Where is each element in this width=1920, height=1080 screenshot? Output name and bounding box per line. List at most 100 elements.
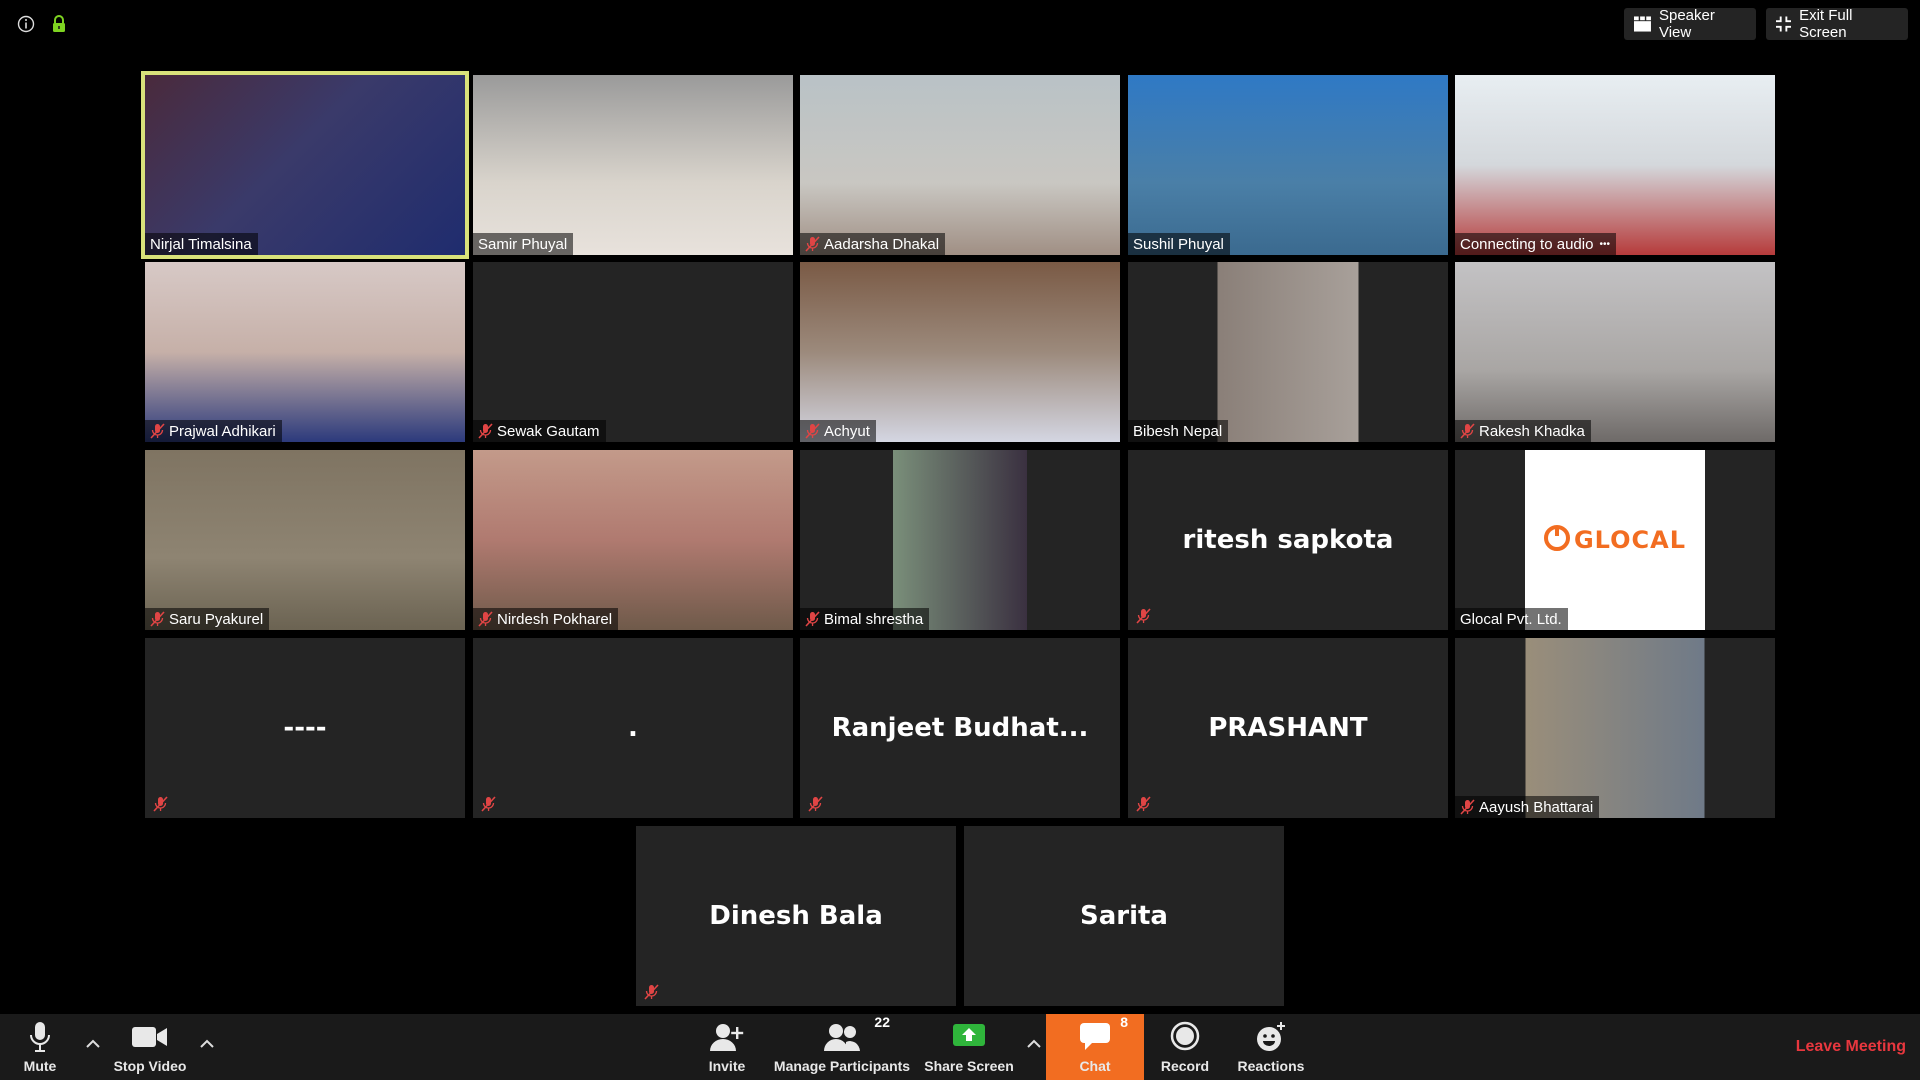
reactions-smile-icon bbox=[1256, 1020, 1286, 1054]
exit-full-screen-label: Exit Full Screen bbox=[1799, 7, 1853, 41]
record-button[interactable]: Record bbox=[1156, 1014, 1214, 1080]
muted-mic-icon bbox=[153, 796, 169, 814]
participant-tile[interactable]: Achyut bbox=[800, 262, 1120, 442]
participant-tile[interactable]: Aadarsha Dhakal bbox=[800, 75, 1120, 255]
participant-video bbox=[145, 450, 465, 630]
participant-name: Samir Phuyal bbox=[478, 235, 568, 253]
participant-video bbox=[1455, 75, 1775, 255]
participant-display-name: Sarita bbox=[1080, 901, 1168, 931]
info-icon[interactable] bbox=[16, 14, 36, 34]
glocal-logo-text: GLOCAL bbox=[1573, 526, 1687, 554]
exit-full-screen-button[interactable]: Exit Full Screen bbox=[1766, 7, 1908, 41]
participant-tile[interactable]: Ranjeet Budhat... bbox=[800, 638, 1120, 818]
stop-video-button[interactable]: Stop Video bbox=[108, 1014, 192, 1080]
participant-tile[interactable]: ritesh sapkota bbox=[1128, 450, 1448, 630]
participant-name: Sushil Phuyal bbox=[1133, 235, 1224, 253]
muted-mic-icon bbox=[1136, 796, 1152, 814]
participant-tile[interactable]: Nirdesh Pokharel bbox=[473, 450, 793, 630]
lock-icon[interactable] bbox=[49, 14, 69, 34]
exit-full-screen-icon bbox=[1776, 16, 1792, 32]
leave-meeting-button[interactable]: Leave Meeting bbox=[1796, 1038, 1906, 1056]
muted-mic-icon bbox=[478, 611, 493, 627]
participant-name-tag: Sewak Gautam bbox=[473, 420, 606, 442]
participant-tile[interactable]: Rakesh Khadka bbox=[1455, 262, 1775, 442]
muted-mic-icon bbox=[481, 796, 497, 814]
participants-count: 22 bbox=[874, 1014, 890, 1030]
microphone-icon bbox=[29, 1020, 51, 1054]
participant-name: Connecting to audio bbox=[1460, 235, 1594, 253]
participant-name: Saru Pyakurel bbox=[169, 610, 264, 628]
audio-options-caret[interactable] bbox=[84, 1034, 102, 1052]
participant-tile[interactable]: Bibesh Nepal bbox=[1128, 262, 1448, 442]
participant-tile[interactable]: Sewak Gautam bbox=[473, 262, 793, 442]
participant-tile[interactable]: PRASHANT bbox=[1128, 638, 1448, 818]
participant-video bbox=[1455, 262, 1775, 442]
participant-tile[interactable]: Bimal shrestha bbox=[800, 450, 1120, 630]
participant-tile[interactable]: . bbox=[473, 638, 793, 818]
manage-participants-label: Manage Participants bbox=[773, 1058, 911, 1074]
speaker-view-label: Speaker View bbox=[1658, 7, 1715, 41]
participant-name: Bimal shrestha bbox=[824, 610, 924, 628]
participant-tile[interactable]: ---- bbox=[145, 638, 465, 818]
participant-name-tag: Aadarsha Dhakal bbox=[800, 233, 946, 255]
muted-mic-icon bbox=[478, 423, 493, 439]
muted-mic-icon bbox=[805, 236, 820, 252]
participant-video bbox=[1128, 75, 1448, 255]
participant-name-tag: Aayush Bhattarai bbox=[1455, 796, 1600, 818]
share-screen-button[interactable]: Share Screen bbox=[922, 1014, 1016, 1080]
reactions-label: Reactions bbox=[1237, 1058, 1305, 1074]
participant-video bbox=[800, 262, 1120, 442]
participant-tile[interactable]: Samir Phuyal bbox=[473, 75, 793, 255]
muted-mic-icon bbox=[805, 611, 820, 627]
reactions-button[interactable]: Reactions bbox=[1234, 1014, 1308, 1080]
chat-button[interactable]: 8 Chat bbox=[1046, 1014, 1144, 1080]
muted-mic-icon bbox=[808, 796, 824, 814]
participant-tile[interactable]: Sushil Phuyal bbox=[1128, 75, 1448, 255]
muted-mic-icon bbox=[150, 423, 165, 439]
manage-participants-button[interactable]: 22 Manage Participants bbox=[770, 1014, 914, 1080]
participant-name-tag: Nirdesh Pokharel bbox=[473, 608, 619, 630]
participant-tile[interactable]: Prajwal Adhikari bbox=[145, 262, 465, 442]
stop-video-label: Stop Video bbox=[113, 1058, 187, 1074]
participant-video bbox=[473, 262, 793, 442]
participant-display-name: ritesh sapkota bbox=[1182, 525, 1394, 555]
mute-label: Mute bbox=[23, 1058, 57, 1074]
share-screen-icon bbox=[953, 1020, 985, 1054]
participant-name-tag: Glocal Pvt. Ltd. bbox=[1455, 608, 1568, 630]
participant-name-tag: Saru Pyakurel bbox=[145, 608, 270, 630]
participant-name-tag: Bimal shrestha bbox=[800, 608, 930, 630]
participant-name-tag: Samir Phuyal bbox=[473, 233, 574, 255]
participant-video bbox=[1128, 262, 1448, 442]
participant-video bbox=[473, 450, 793, 630]
chat-icon: 8 bbox=[1080, 1014, 1128, 1054]
participant-display-name: Dinesh Bala bbox=[709, 901, 883, 931]
share-options-caret[interactable] bbox=[1025, 1034, 1043, 1052]
participant-tile[interactable]: Connecting to audio ••• bbox=[1455, 75, 1775, 255]
participant-tile[interactable]: Aayush Bhattarai bbox=[1455, 638, 1775, 818]
record-label: Record bbox=[1160, 1058, 1210, 1074]
participant-name: Aadarsha Dhakal bbox=[824, 235, 940, 253]
participant-name-tag: Nirjal Timalsina bbox=[145, 233, 258, 255]
muted-mic-icon bbox=[150, 611, 165, 627]
participant-display-name: . bbox=[628, 713, 638, 743]
participant-tile[interactable]: Saru Pyakurel bbox=[145, 450, 465, 630]
participant-tile[interactable]: GLOCAL Glocal Pvt. Ltd. bbox=[1455, 450, 1775, 630]
chat-label: Chat bbox=[1079, 1058, 1111, 1074]
speaker-view-button[interactable]: Speaker View bbox=[1624, 7, 1756, 41]
speaker-view-icon bbox=[1634, 16, 1651, 32]
participant-tile[interactable]: Dinesh Bala bbox=[636, 826, 956, 1006]
video-camera-icon bbox=[132, 1020, 168, 1054]
participant-tile[interactable]: Nirjal Timalsina bbox=[141, 71, 469, 259]
mute-button[interactable]: Mute bbox=[14, 1014, 66, 1080]
participant-video bbox=[800, 75, 1120, 255]
participant-display-name: PRASHANT bbox=[1208, 713, 1368, 743]
participant-video bbox=[800, 450, 1120, 630]
video-options-caret[interactable] bbox=[198, 1034, 216, 1052]
participant-name-tag: Achyut bbox=[800, 420, 876, 442]
participant-tile[interactable]: Sarita bbox=[964, 826, 1284, 1006]
participants-icon: 22 bbox=[824, 1014, 890, 1054]
invite-button[interactable]: Invite bbox=[700, 1014, 754, 1080]
participant-name-tag: Bibesh Nepal bbox=[1128, 420, 1229, 442]
muted-mic-icon bbox=[1136, 608, 1152, 626]
participant-name: Nirdesh Pokharel bbox=[497, 610, 613, 628]
